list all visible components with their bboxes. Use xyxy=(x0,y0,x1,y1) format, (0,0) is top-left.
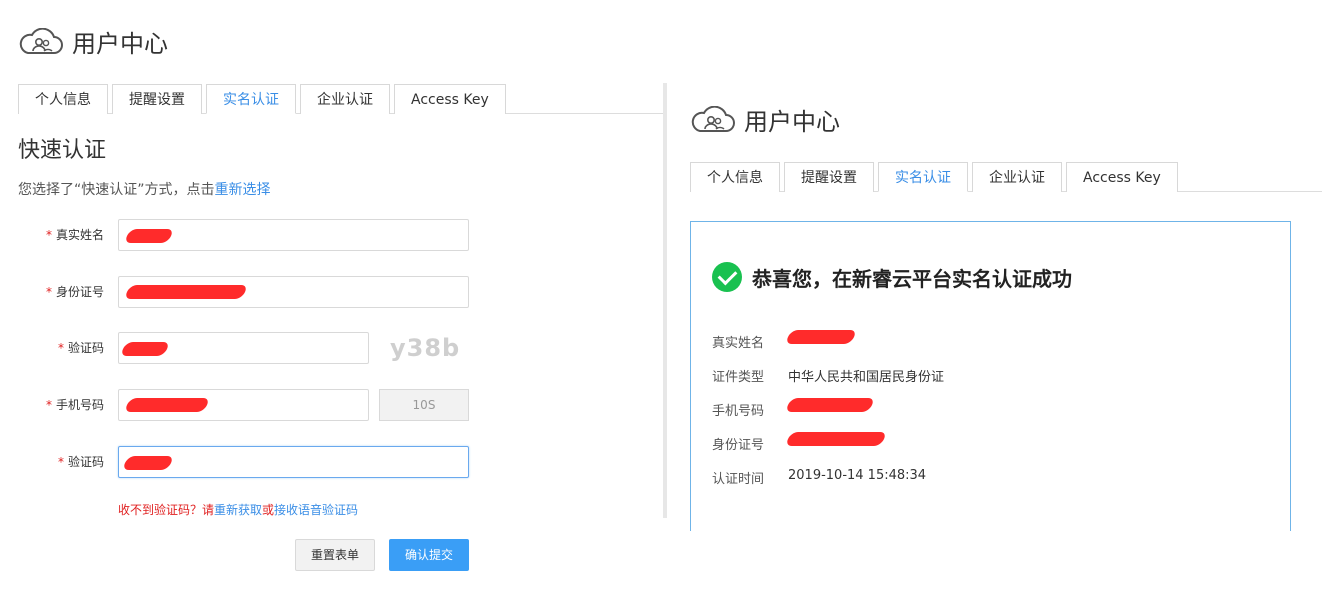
check-circle-icon xyxy=(712,262,742,292)
tab-reminder-settings[interactable]: 提醒设置 xyxy=(784,162,874,192)
tab-real-name-auth[interactable]: 实名认证 xyxy=(878,162,968,192)
redaction-mark xyxy=(123,229,175,243)
submit-button[interactable]: 确认提交 xyxy=(389,539,469,571)
tab-enterprise-auth[interactable]: 企业认证 xyxy=(300,84,390,114)
id-label: * 身份证号 xyxy=(45,285,104,299)
info-row-phone: 手机号码 xyxy=(712,398,876,419)
captcha-input[interactable] xyxy=(118,332,369,364)
form-row-id: * 身份证号 xyxy=(0,276,660,308)
tab-access-key[interactable]: Access Key xyxy=(1066,162,1178,192)
resend-link[interactable]: 重新获取 xyxy=(214,503,262,517)
reselect-link[interactable]: 重新选择 xyxy=(215,182,271,198)
left-header: 用户中心 xyxy=(18,24,168,59)
cloud-user-icon xyxy=(19,27,63,54)
info-key-name: 真实姓名 xyxy=(712,336,765,351)
required-mark: * xyxy=(57,341,64,355)
name-label: * 真实姓名 xyxy=(45,228,104,242)
sms-code-label: * 验证码 xyxy=(57,455,104,469)
tab-personal-info[interactable]: 个人信息 xyxy=(18,84,108,114)
form-row-captcha: * 验证码 y38b xyxy=(0,332,660,364)
redaction-mark xyxy=(784,432,888,446)
tip-text: 收不到验证码？请 xyxy=(118,503,215,517)
info-row-time: 认证时间 2019-10-14 15:48:34 xyxy=(712,468,926,487)
redaction-mark xyxy=(119,342,171,356)
redaction-mark xyxy=(121,456,175,470)
success-panel: 恭喜您，在新睿云平台实名认证成功 真实姓名 证件类型 中华人民共和国居民身份证 … xyxy=(690,221,1291,531)
tab-personal-info[interactable]: 个人信息 xyxy=(690,162,780,192)
info-key-id: 身份证号 xyxy=(712,438,765,453)
phone-label: * 手机号码 xyxy=(45,398,104,412)
redaction-mark xyxy=(123,285,249,299)
form-row-sms-code: * 验证码 xyxy=(0,446,660,478)
page-title: 用户中心 xyxy=(72,30,168,58)
phone-input[interactable] xyxy=(118,389,369,421)
info-key-time: 认证时间 xyxy=(712,472,765,487)
captcha-label: * 验证码 xyxy=(57,341,104,355)
right-tabs: 个人信息 提醒设置 实名认证 企业认证 Access Key xyxy=(690,161,1322,192)
cloud-user-icon xyxy=(691,105,735,132)
required-mark: * xyxy=(45,398,52,412)
left-tabs: 个人信息 提醒设置 实名认证 企业认证 Access Key xyxy=(18,83,663,114)
form-row-name: * 真实姓名 xyxy=(0,219,660,251)
tab-real-name-auth[interactable]: 实名认证 xyxy=(206,84,296,114)
redaction-mark xyxy=(123,398,211,412)
tab-enterprise-auth[interactable]: 企业认证 xyxy=(972,162,1062,192)
info-row-name: 真实姓名 xyxy=(712,330,858,351)
info-value-time: 2019-10-14 15:48:34 xyxy=(788,468,927,483)
right-header: 用户中心 xyxy=(690,102,840,137)
required-mark: * xyxy=(45,285,52,299)
description-text: 您选择了“快速认证”方式，点击 xyxy=(18,182,215,198)
info-value-cert-type: 中华人民共和国居民身份证 xyxy=(788,370,945,385)
info-key-phone: 手机号码 xyxy=(712,404,765,419)
captcha-image[interactable]: y38b xyxy=(390,332,460,364)
redaction-mark xyxy=(784,398,876,412)
info-row-cert-type: 证件类型 中华人民共和国居民身份证 xyxy=(712,366,944,385)
info-key-cert-type: 证件类型 xyxy=(712,370,765,385)
tip-or-text: 或 xyxy=(262,503,275,517)
required-mark: * xyxy=(45,228,52,242)
page-title: 用户中心 xyxy=(744,108,840,136)
tab-access-key[interactable]: Access Key xyxy=(394,84,506,114)
reset-button[interactable]: 重置表单 xyxy=(295,539,375,571)
id-number-input[interactable] xyxy=(118,276,469,308)
tab-reminder-settings[interactable]: 提醒设置 xyxy=(112,84,202,114)
sms-code-input[interactable] xyxy=(118,446,469,478)
real-name-input[interactable] xyxy=(118,219,469,251)
panel-divider xyxy=(663,83,667,518)
redaction-mark xyxy=(784,330,858,344)
voice-code-link[interactable]: 接收语音验证码 xyxy=(274,503,358,517)
form-row-phone: * 手机号码 10S xyxy=(0,389,660,421)
success-heading: 恭喜您，在新睿云平台实名认证成功 xyxy=(712,262,1072,292)
section-description: 您选择了“快速认证”方式，点击重新选择 xyxy=(18,179,271,199)
info-row-id: 身份证号 xyxy=(712,432,888,453)
sms-help-tip: 收不到验证码？请重新获取或接收语音验证码 xyxy=(118,501,358,518)
section-title: 快速认证 xyxy=(18,138,107,163)
send-sms-button[interactable]: 10S xyxy=(379,389,469,421)
success-title: 恭喜您，在新睿云平台实名认证成功 xyxy=(752,266,1072,291)
required-mark: * xyxy=(57,455,64,469)
